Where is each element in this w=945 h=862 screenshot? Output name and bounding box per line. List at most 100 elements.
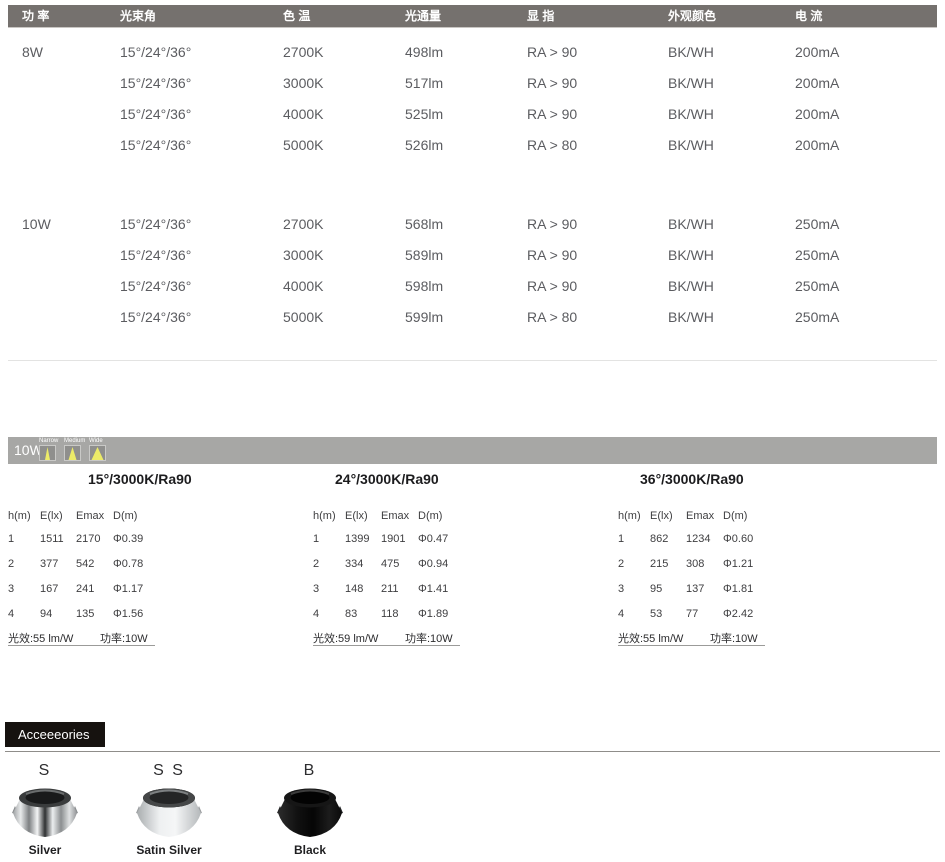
photometric-section-bar: 10W Narrow Medium Wide — [8, 437, 937, 464]
accessory-label: Silver — [0, 843, 105, 857]
beam-angle-value: 15°/24°/36° — [120, 137, 191, 153]
efficacy-value: 光效:55 lm/W — [8, 630, 73, 646]
cri-value: RA > 80 — [527, 309, 577, 325]
accessories-title: Acceeeories — [18, 727, 90, 742]
beam-angle-value: 15°/24°/36° — [120, 216, 191, 232]
beam-angle-value: 15°/24°/36° — [120, 75, 191, 91]
finish-value: BK/WH — [668, 106, 714, 122]
spec-col-header-flux: 光通量 — [405, 5, 441, 28]
finish-value: BK/WH — [668, 44, 714, 60]
photometric-title-36deg: 36°/3000K/Ra90 — [640, 471, 744, 487]
table-row: 4 83 118 Φ1.89 — [313, 608, 463, 622]
table-row: 15°/24°/36° 5000K 526lm RA > 80 BK/WH 20… — [0, 137, 945, 154]
table-row: 3 95 137 Φ1.81 — [618, 583, 768, 597]
table-row: 2 377 542 Φ0.78 — [8, 558, 158, 572]
finish-value: BK/WH — [668, 278, 714, 294]
accessories-divider — [5, 751, 940, 752]
spec-col-header-beam-angle: 光束角 — [120, 5, 156, 28]
accessory-code: S S — [109, 762, 229, 783]
accessory-silver: S Silver — [0, 762, 105, 857]
table-row: 15°/24°/36° 3000K 589lm RA > 90 BK/WH 25… — [0, 247, 945, 264]
current-value: 200mA — [795, 137, 839, 153]
table-row: 1 862 1234 Φ0.60 — [618, 533, 768, 547]
table-row: 15°/24°/36° 5000K 599lm RA > 80 BK/WH 25… — [0, 309, 945, 326]
cri-value: RA > 80 — [527, 137, 577, 153]
cct-value: 5000K — [283, 137, 323, 153]
finish-value: BK/WH — [668, 75, 714, 91]
current-value: 250mA — [795, 247, 839, 263]
silver-reflector-image — [12, 785, 78, 841]
photometric-table-24deg: h(m) E(lx) Emax D(m) 1 1399 1901 Φ0.47 2… — [313, 505, 463, 650]
table-row: 15°/24°/36° 3000K 517lm RA > 90 BK/WH 20… — [0, 75, 945, 92]
footer-power-value: 功率:10W — [100, 630, 148, 646]
beam-angle-value: 15°/24°/36° — [120, 309, 191, 325]
flux-value: 498lm — [405, 44, 443, 60]
cct-value: 2700K — [283, 216, 323, 232]
current-value: 250mA — [795, 309, 839, 325]
current-value: 250mA — [795, 216, 839, 232]
accessory-code: S — [0, 762, 105, 783]
finish-value: BK/WH — [668, 137, 714, 153]
table-footer: 光效:55 lm/W 功率:10W — [8, 630, 158, 644]
table-footer: 光效:59 lm/W 功率:10W — [313, 630, 463, 644]
cri-value: RA > 90 — [527, 75, 577, 91]
photometric-table-36deg: h(m) E(lx) Emax D(m) 1 862 1234 Φ0.60 2 … — [618, 505, 768, 650]
flux-value: 517lm — [405, 75, 443, 91]
cri-value: RA > 90 — [527, 216, 577, 232]
footer-power-value: 功率:10W — [710, 630, 758, 646]
cri-value: RA > 90 — [527, 247, 577, 263]
beam-angle-value: 15°/24°/36° — [120, 278, 191, 294]
flux-value: 598lm — [405, 278, 443, 294]
flux-value: 589lm — [405, 247, 443, 263]
finish-value: BK/WH — [668, 216, 714, 232]
power-value: 10W — [22, 216, 51, 232]
accessory-code: B — [250, 762, 370, 783]
cct-value: 3000K — [283, 247, 323, 263]
table-underline — [8, 645, 155, 646]
accessories-title-box: Acceeeories — [5, 722, 105, 747]
table-row: 15°/24°/36° 4000K 598lm RA > 90 BK/WH 25… — [0, 278, 945, 295]
black-reflector-image — [277, 785, 343, 841]
photometric-table-15deg: h(m) E(lx) Emax D(m) 1 1511 2170 Φ0.39 2… — [8, 505, 158, 650]
spec-col-header-cct: 色 温 — [283, 5, 310, 28]
power-value: 8W — [22, 44, 43, 60]
table-row: 3 167 241 Φ1.17 — [8, 583, 158, 597]
photometric-title-15deg: 15°/3000K/Ra90 — [88, 471, 192, 487]
beam-wide-icon: Wide — [89, 437, 107, 464]
table-row: 10W 15°/24°/36° 2700K 568lm RA > 90 BK/W… — [0, 216, 945, 233]
spec-col-header-power: 功 率 — [22, 5, 49, 28]
current-value: 200mA — [795, 106, 839, 122]
table-row: 8W 15°/24°/36° 2700K 498lm RA > 90 BK/WH… — [0, 44, 945, 61]
cct-value: 2700K — [283, 44, 323, 60]
cct-value: 3000K — [283, 75, 323, 91]
cct-value: 5000K — [283, 309, 323, 325]
finish-value: BK/WH — [668, 247, 714, 263]
table-row: 2 215 308 Φ1.21 — [618, 558, 768, 572]
cri-value: RA > 90 — [527, 44, 577, 60]
beam-narrow-icon: Narrow — [39, 437, 57, 464]
spec-col-header-cri: 显 指 — [527, 5, 554, 28]
efficacy-value: 光效:59 lm/W — [313, 630, 378, 646]
spec-col-header-current: 电 流 — [795, 5, 822, 28]
cct-value: 4000K — [283, 278, 323, 294]
flux-value: 599lm — [405, 309, 443, 325]
table-row: 3 148 211 Φ1.41 — [313, 583, 463, 597]
efficacy-value: 光效:55 lm/W — [618, 630, 683, 646]
current-value: 200mA — [795, 44, 839, 60]
cct-value: 4000K — [283, 106, 323, 122]
table-row: 4 94 135 Φ1.56 — [8, 608, 158, 622]
cri-value: RA > 90 — [527, 278, 577, 294]
accessory-black: B Black — [250, 762, 370, 857]
section-divider — [8, 360, 937, 361]
current-value: 250mA — [795, 278, 839, 294]
satin-silver-reflector-image — [136, 785, 202, 841]
spec-col-header-finish: 外观颜色 — [668, 5, 716, 28]
table-row: 1 1399 1901 Φ0.47 — [313, 533, 463, 547]
finish-value: BK/WH — [668, 309, 714, 325]
table-row: 15°/24°/36° 4000K 525lm RA > 90 BK/WH 20… — [0, 106, 945, 123]
table-header-row: h(m) E(lx) Emax D(m) — [618, 510, 768, 524]
accessory-satin-silver: S S Satin Silver — [109, 762, 229, 857]
current-value: 200mA — [795, 75, 839, 91]
table-footer: 光效:55 lm/W 功率:10W — [618, 630, 768, 644]
photometric-title-24deg: 24°/3000K/Ra90 — [335, 471, 439, 487]
